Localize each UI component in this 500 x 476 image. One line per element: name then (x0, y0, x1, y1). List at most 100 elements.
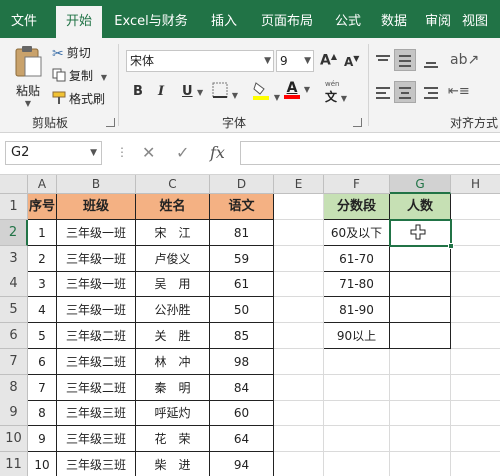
table-cell[interactable]: 宋 江 (136, 220, 210, 246)
cell[interactable] (274, 220, 324, 246)
select-all-corner[interactable] (0, 175, 28, 194)
cell[interactable] (324, 349, 390, 375)
row-header-2[interactable]: 2 (0, 220, 28, 246)
cell[interactable] (274, 452, 324, 476)
table-cell[interactable]: 卢俊义 (136, 246, 210, 272)
table-cell[interactable]: 三年级三班 (57, 400, 136, 426)
row-header-7[interactable]: 7 (0, 349, 28, 375)
cell[interactable] (390, 452, 451, 476)
table-cell[interactable]: 关 胜 (136, 323, 210, 349)
paste-button[interactable]: 粘贴 ▼ (10, 44, 46, 108)
font-color-button[interactable]: A ▼ (284, 80, 310, 99)
cell[interactable] (274, 349, 324, 375)
cell[interactable] (274, 375, 324, 401)
score-count-cell[interactable] (390, 271, 451, 297)
tab-page-layout[interactable]: 页面布局 (252, 6, 322, 38)
cell[interactable] (274, 323, 324, 349)
table-cell[interactable]: 59 (210, 246, 274, 272)
decrease-indent-button[interactable]: ⇤≡ (448, 84, 470, 99)
row-header-5[interactable]: 5 (0, 297, 28, 323)
row-header-11[interactable]: 11 (0, 452, 28, 476)
table-cell[interactable]: 50 (210, 297, 274, 323)
cell[interactable] (324, 452, 390, 476)
row-header-4[interactable]: 4 (0, 271, 28, 297)
table-cell[interactable]: 3 (28, 271, 57, 297)
cell[interactable] (451, 323, 500, 349)
row-header-9[interactable]: 9 (0, 400, 28, 426)
cell[interactable] (324, 426, 390, 452)
column-header-g[interactable]: G (390, 175, 451, 194)
formula-input[interactable] (240, 141, 500, 165)
tab-formulas[interactable]: 公式 (328, 6, 368, 38)
tab-file[interactable]: 文件 (0, 6, 48, 38)
table-cell[interactable]: 三年级三班 (57, 452, 136, 476)
font-size-combo[interactable]: 9 ▼ (276, 50, 314, 72)
score-count-cell[interactable] (390, 323, 451, 349)
cell[interactable] (390, 426, 451, 452)
fill-handle[interactable] (448, 243, 454, 249)
table-cell[interactable]: 三年级三班 (57, 426, 136, 452)
table-cell[interactable]: 林 冲 (136, 349, 210, 375)
cell[interactable] (274, 426, 324, 452)
insert-function-button[interactable]: fx (210, 143, 225, 162)
middle-align-button[interactable] (394, 49, 416, 71)
borders-button[interactable]: ▼ (212, 82, 238, 101)
font-launcher-icon[interactable] (353, 118, 362, 127)
table-header-cell[interactable]: 序号 (28, 194, 57, 220)
underline-dropdown-icon[interactable]: ▼ (197, 88, 203, 97)
table-cell[interactable]: 三年级一班 (57, 246, 136, 272)
cut-button[interactable]: ✂ 剪切 (52, 44, 91, 62)
score-header-cell[interactable]: 分数段 (324, 194, 390, 220)
tab-home[interactable]: 开始 (56, 6, 102, 38)
score-range-cell[interactable]: 71-80 (324, 271, 390, 297)
cell[interactable] (274, 297, 324, 323)
phonetic-button[interactable]: wén 文 ▼ (325, 80, 347, 105)
table-cell[interactable]: 85 (210, 323, 274, 349)
name-box[interactable]: G2 ▼ (5, 141, 102, 165)
table-cell[interactable]: 60 (210, 400, 274, 426)
table-cell[interactable]: 9 (28, 426, 57, 452)
cell[interactable] (451, 194, 500, 220)
table-cell[interactable]: 2 (28, 246, 57, 272)
fill-color-button[interactable]: ▼ (252, 80, 280, 103)
table-cell[interactable]: 三年级一班 (57, 220, 136, 246)
score-range-cell[interactable]: 61-70 (324, 246, 390, 272)
cancel-icon[interactable]: ✕ (142, 143, 155, 162)
cell[interactable] (451, 400, 500, 426)
cell[interactable] (324, 375, 390, 401)
table-cell[interactable]: 1 (28, 220, 57, 246)
cell[interactable] (390, 349, 451, 375)
shrink-font-button[interactable]: A▼ (344, 54, 359, 69)
table-cell[interactable]: 6 (28, 349, 57, 375)
table-cell[interactable]: 94 (210, 452, 274, 476)
column-header-h[interactable]: H (451, 175, 500, 194)
cell[interactable] (274, 271, 324, 297)
table-cell[interactable]: 柴 进 (136, 452, 210, 476)
underline-button[interactable]: U (182, 84, 193, 99)
score-count-cell[interactable] (390, 297, 451, 323)
column-header-c[interactable]: C (136, 175, 210, 194)
tab-insert[interactable]: 插入 (202, 6, 246, 38)
table-header-cell[interactable]: 班级 (57, 194, 136, 220)
table-header-cell[interactable]: 语文 (210, 194, 274, 220)
score-range-cell[interactable]: 81-90 (324, 297, 390, 323)
copy-button[interactable]: 复制 ▼ (52, 67, 107, 85)
table-cell[interactable]: 三年级二班 (57, 375, 136, 401)
score-header-cell[interactable]: 人数 (390, 194, 451, 220)
align-center-button[interactable] (394, 81, 416, 103)
table-cell[interactable]: 81 (210, 220, 274, 246)
column-header-e[interactable]: E (274, 175, 324, 194)
cell[interactable] (274, 400, 324, 426)
cell[interactable] (451, 297, 500, 323)
score-count-cell[interactable] (390, 246, 451, 272)
row-header-3[interactable]: 3 (0, 246, 28, 272)
row-header-10[interactable]: 10 (0, 426, 28, 452)
table-cell[interactable]: 三年级二班 (57, 323, 136, 349)
row-header-1[interactable]: 1 (0, 194, 28, 220)
table-cell[interactable]: 10 (28, 452, 57, 476)
score-range-cell[interactable]: 60及以下 (324, 220, 390, 246)
table-cell[interactable]: 98 (210, 349, 274, 375)
table-cell[interactable]: 三年级一班 (57, 297, 136, 323)
tab-data[interactable]: 数据 (374, 6, 414, 38)
score-range-cell[interactable]: 90以上 (324, 323, 390, 349)
